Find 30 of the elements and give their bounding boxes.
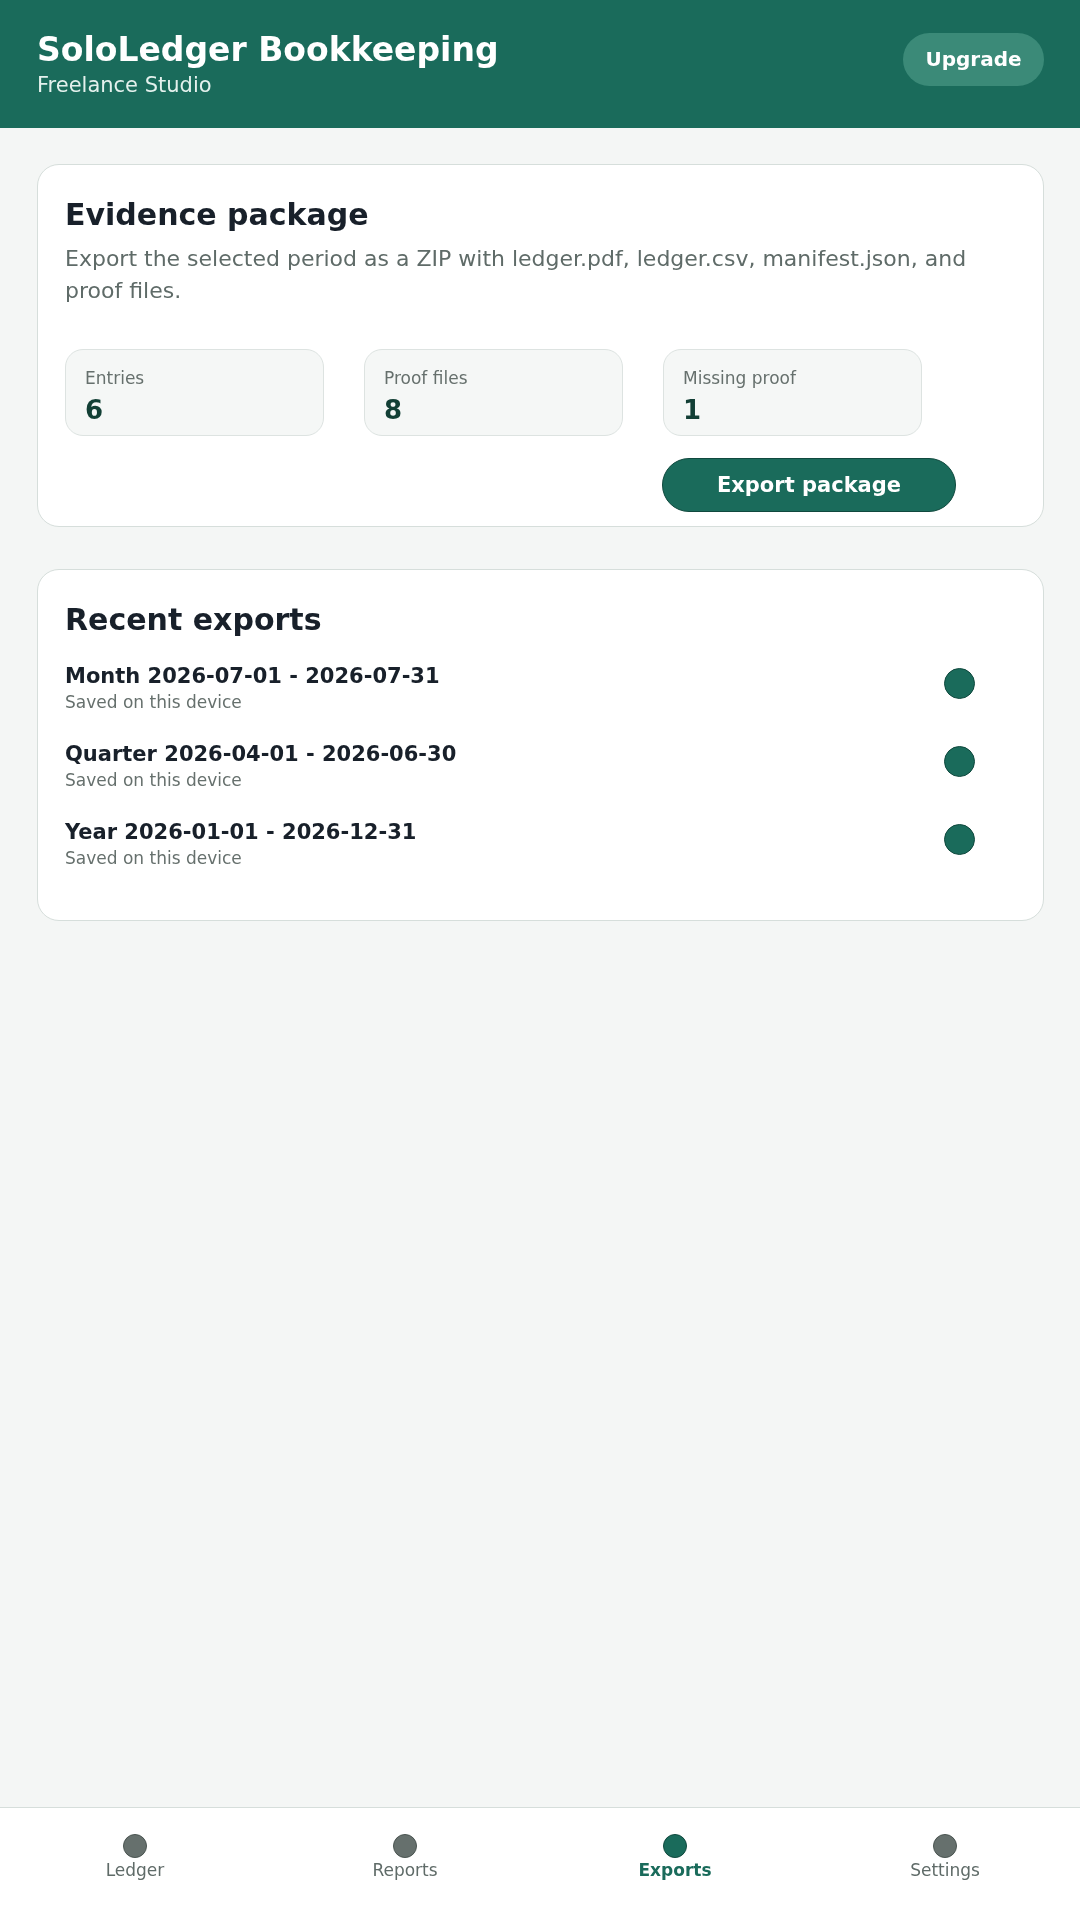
stat-label: Missing proof	[683, 367, 798, 389]
export-title: Quarter 2026-04-01 - 2026-06-30	[65, 741, 457, 768]
circle-icon	[663, 1834, 687, 1858]
nav-tab[interactable]: Reports	[270, 1808, 540, 1920]
upgrade-button[interactable]: Upgrade	[903, 32, 1044, 86]
export-title: Month 2026-07-01 - 2026-07-31	[65, 663, 440, 690]
status-dot-icon	[944, 823, 975, 855]
export-subtitle: Saved on this device	[65, 847, 243, 870]
export-subtitle: Saved on this device	[65, 691, 243, 714]
export-package-button[interactable]: Export package	[662, 458, 956, 512]
stat-value: 1	[683, 394, 703, 427]
export-subtitle: Saved on this device	[65, 769, 243, 792]
circle-icon	[123, 1834, 147, 1858]
app-title: SoloLedger Bookkeeping	[37, 29, 499, 71]
export-title: Year 2026-01-01 - 2026-12-31	[65, 819, 417, 846]
card-title: Evidence package	[65, 196, 370, 234]
stat-value: 6	[85, 394, 105, 427]
card-description: Export the selected period as a ZIP with ledger.pdf, ledger.csv, manifest.json, and proof files.	[65, 245, 968, 305]
nav-tab[interactable]: Ledger	[0, 1808, 270, 1920]
stat-label: Entries	[85, 367, 146, 389]
stat-value: 8	[384, 394, 404, 427]
nav-tab[interactable]: Exports	[540, 1808, 810, 1920]
status-dot-icon	[944, 667, 975, 699]
card-title: Recent exports	[65, 601, 323, 639]
status-dot-icon	[944, 745, 975, 777]
nav-tab[interactable]: Settings	[810, 1808, 1080, 1920]
circle-icon	[933, 1834, 957, 1858]
stat-label: Proof files	[384, 367, 469, 389]
circle-icon	[393, 1834, 417, 1858]
app-subtitle: Freelance Studio	[37, 72, 213, 99]
